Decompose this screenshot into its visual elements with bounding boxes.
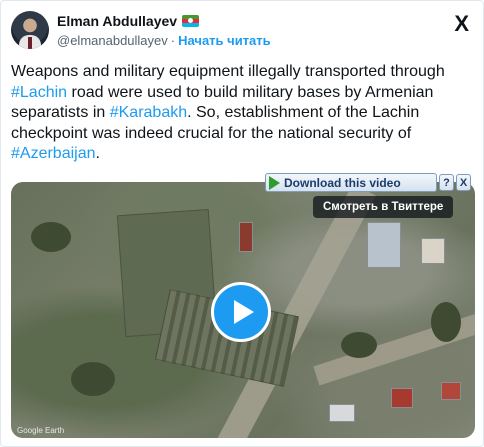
follow-button[interactable]: Начать читать	[178, 33, 271, 48]
hashtag-azerbaijan[interactable]: #Azerbaijan	[11, 145, 96, 162]
satellite-building	[441, 382, 461, 400]
download-toolbar: Download this video ? X	[265, 172, 473, 193]
satellite-trees	[431, 302, 461, 342]
play-icon	[234, 300, 254, 324]
satellite-building	[421, 238, 445, 264]
x-logo-icon[interactable]: X	[454, 13, 469, 35]
satellite-trees	[71, 362, 115, 396]
download-arrow-icon	[269, 175, 280, 190]
satellite-building	[391, 388, 413, 408]
satellite-building	[367, 222, 401, 268]
help-button[interactable]: ?	[439, 174, 454, 191]
satellite-trees	[31, 222, 71, 252]
google-earth-watermark: Google Earth	[17, 426, 65, 435]
avatar-tie	[28, 37, 32, 49]
play-button[interactable]	[211, 282, 271, 342]
video-media[interactable]: Google Earth	[11, 182, 475, 438]
watch-on-twitter-button[interactable]: Смотреть в Твиттере	[313, 196, 454, 218]
satellite-building	[239, 222, 253, 252]
tweet-card: Elman Abdullayev @elmanabdullayev · Нача…	[0, 0, 484, 447]
author-name[interactable]: Elman Abdullayev	[57, 13, 177, 29]
download-video-button[interactable]: Download this video	[265, 173, 437, 192]
close-button[interactable]: X	[456, 174, 471, 191]
tweet-text-end: .	[95, 145, 100, 162]
tweet-header: Elman Abdullayev @elmanabdullayev · Нача…	[11, 7, 473, 51]
azerbaijan-flag-icon	[182, 15, 200, 27]
author-handle[interactable]: @elmanabdullayev	[57, 33, 168, 48]
hashtag-lachin[interactable]: #Lachin	[11, 84, 67, 101]
download-video-label: Download this video	[284, 175, 401, 190]
tweet-text: Weapons and military equipment illegally…	[11, 62, 477, 165]
hashtag-karabakh[interactable]: #Karabakh	[110, 104, 187, 121]
name-row: Elman Abdullayev	[57, 13, 200, 29]
separator-dot: ·	[170, 33, 176, 48]
avatar[interactable]	[11, 11, 49, 49]
satellite-building	[329, 404, 355, 422]
tweet-text-part-1: Weapons and military equipment illegally…	[11, 63, 445, 80]
handle-row: @elmanabdullayev · Начать читать	[57, 33, 271, 48]
satellite-trees	[341, 332, 377, 358]
